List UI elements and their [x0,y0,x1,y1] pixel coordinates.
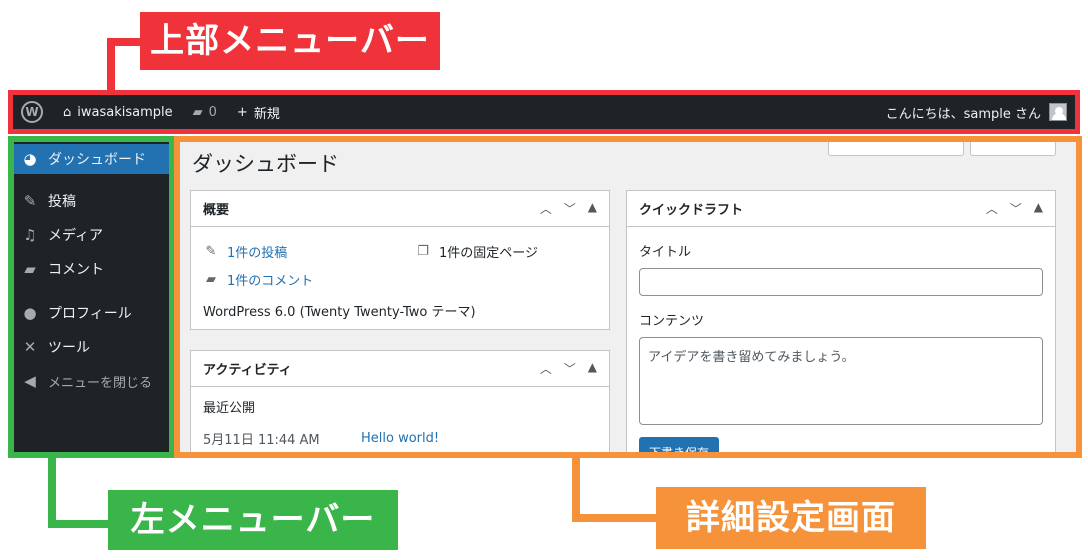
sidebar-item-profile[interactable]: ● プロフィール [14,296,169,330]
collapse-menu-button[interactable]: ◀ メニューを閉じる [14,364,169,398]
post-date: 5月11日 11:44 AM [203,432,320,448]
left-menu-callout: 左メニューバー [108,490,398,550]
pages-link[interactable]: 1件の固定ページ [439,242,538,261]
toggle-icon[interactable]: ▲ [588,200,597,217]
sidebar-item-label: コメント [48,262,104,278]
home-icon: ⌂ [63,104,72,120]
comments-link[interactable]: ▰ 0 [193,105,217,120]
top-menu-callout: 上部メニューバー [140,12,440,70]
content-label: コンテンツ [639,314,705,329]
quick-draft-widget: クイックドラフト ︿ ﹀ ▲ タイトル コンテンツ アイデアを書き留めてみましょ… [626,190,1056,452]
collapse-icon: ◀ [24,372,36,390]
site-name-link[interactable]: ⌂ iwasakisample [63,105,173,120]
site-name: iwasakisample [77,104,173,120]
admin-bar: W ⌂ iwasakisample ▰ 0 + 新規 こんにちは、sample … [13,95,1075,129]
sidebar-item-tools[interactable]: ✕ ツール [14,330,169,364]
comment-icon: ▰ [206,271,216,287]
comments-count: 0 [208,104,217,120]
sidebar-item-posts[interactable]: ✎ 投稿 [14,184,169,218]
title-input[interactable] [639,268,1043,296]
page-icon: ❐ [417,243,429,259]
activity-heading: アクティビティ [203,363,292,378]
wordpress-logo-icon[interactable]: W [21,101,43,123]
media-icon: ♫ [23,226,37,244]
dashboard-icon: ◕ [23,150,37,168]
comments-link[interactable]: 1件のコメント [227,270,313,289]
quick-draft-heading: クイックドラフト [639,203,744,218]
wrench-icon: ✕ [23,338,37,356]
toggle-icon[interactable]: ▲ [1034,200,1043,217]
sidebar-item-media[interactable]: ♫ メディア [14,218,169,252]
sidebar-item-label: ダッシュボード [48,152,146,168]
title-label: タイトル [639,245,692,260]
sidebar-item-label: 投稿 [48,194,76,210]
page-title: ダッシュボード [192,152,339,176]
new-content-link[interactable]: + 新規 [237,103,280,122]
avatar [1049,103,1067,121]
main-content: ダッシュボード 概要 ︿ ﹀ ▲ ✎ 1件の投稿 ❐ 1件の固定ページ ▰ 1件… [180,142,1076,452]
sidebar-item-label: ツール [48,340,90,356]
help-button[interactable] [970,142,1056,156]
version-text: WordPress 6.0 (Twenty Twenty-Two テーマ) [203,305,476,320]
account-menu[interactable]: こんにちは、sample さん [886,103,1067,122]
chevron-down-icon[interactable]: ﹀ [1010,200,1022,217]
screenshot-stage: 上部メニューバー W ⌂ iwasakisample ▰ 0 + 新規 こんにち… [0,0,1088,560]
screen-options-button[interactable] [828,142,964,156]
sidebar-item-comments[interactable]: ▰ コメント [14,252,169,286]
comment-icon: ▰ [192,104,203,120]
detail-callout: 詳細設定画面 [656,487,926,549]
chevron-up-icon[interactable]: ︿ [986,200,998,217]
top-callout-line [107,38,143,46]
content-textarea[interactable]: アイデアを書き留めてみましょう。 [639,337,1043,425]
pin-icon: ✎ [23,192,37,210]
left-callout-line [48,458,56,528]
recent-heading: 最近公開 [203,401,256,416]
user-icon: ● [23,304,37,322]
post-link[interactable]: Hello world! [361,431,439,446]
pin-icon: ✎ [205,243,217,259]
save-draft-button[interactable]: 下書き保存 [639,437,720,452]
toggle-icon[interactable]: ▲ [588,360,597,377]
posts-link[interactable]: 1件の投稿 [227,242,407,261]
plus-icon: + [236,104,248,120]
overview-widget: 概要 ︿ ﹀ ▲ ✎ 1件の投稿 ❐ 1件の固定ページ ▰ 1件のコメント Wo… [190,190,610,330]
left-menu: ◕ ダッシュボード ✎ 投稿 ♫ メディア ▰ コメント ● プロフィール ✕ … [14,142,169,452]
greeting: こんにちは、sample さん [885,106,1041,122]
sidebar-item-label: メディア [48,228,104,244]
left-callout-line [48,520,110,528]
chevron-down-icon[interactable]: ﹀ [564,360,576,377]
chevron-up-icon[interactable]: ︿ [540,360,552,377]
sidebar-item-dashboard[interactable]: ◕ ダッシュボード [14,144,169,174]
chevron-down-icon[interactable]: ﹀ [564,200,576,217]
new-label: 新規 [253,106,280,122]
comment-icon: ▰ [24,260,36,278]
detail-callout-line [572,458,580,522]
sidebar-item-label: メニューを閉じる [48,375,153,391]
chevron-up-icon[interactable]: ︿ [540,200,552,217]
overview-heading: 概要 [203,203,230,218]
sidebar-item-label: プロフィール [48,306,132,322]
detail-callout-line [572,514,658,522]
top-callout-line [107,38,115,94]
activity-widget: アクティビティ ︿ ﹀ ▲ 最近公開 5月11日 11:44 AM Hello … [190,350,610,452]
